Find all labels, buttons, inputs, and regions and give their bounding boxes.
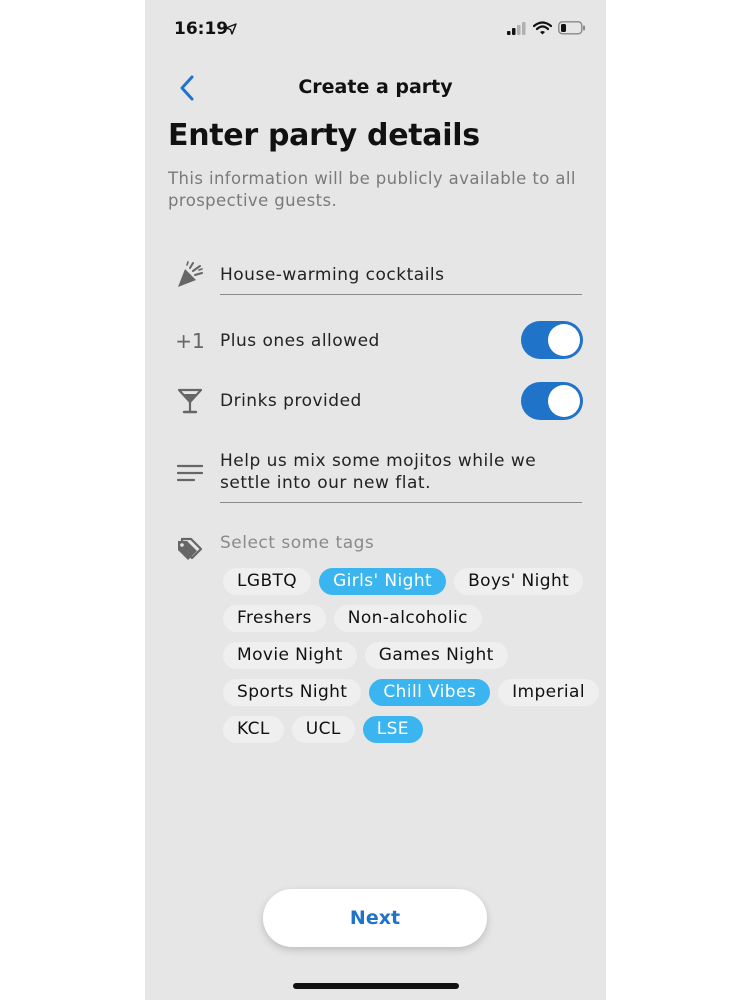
battery-icon — [558, 20, 586, 39]
plus-one-icon-text: +1 — [175, 329, 205, 353]
page-title: Enter party details — [168, 118, 480, 153]
toggle-knob — [548, 324, 580, 356]
tag-girls-night[interactable]: Girls' Night — [319, 568, 447, 595]
party-name-input[interactable]: House-warming cocktails — [220, 264, 570, 286]
tag-games-night[interactable]: Games Night — [364, 642, 508, 669]
plus-one-icon: +1 — [175, 326, 205, 356]
description-underline — [220, 502, 582, 503]
nav-title: Create a party — [298, 76, 453, 98]
cocktail-glass-icon — [175, 386, 205, 416]
page-subtitle: This information will be publicly availa… — [168, 169, 576, 210]
description-input[interactable]: Help us mix some mojitos while we settle… — [220, 450, 570, 494]
tag-lse[interactable]: LSE — [362, 716, 423, 743]
next-button[interactable]: Next — [263, 889, 487, 947]
plus-ones-toggle[interactable] — [521, 321, 583, 359]
toggle-knob — [548, 385, 580, 417]
status-bar: 16:19 — [145, 0, 606, 50]
tag-chill-vibes[interactable]: Chill Vibes — [369, 679, 491, 706]
home-indicator — [293, 983, 459, 989]
tag-lgbtq[interactable]: LGBTQ — [223, 568, 312, 595]
tag-kcl[interactable]: KCL — [223, 716, 284, 743]
status-time: 16:19 — [174, 19, 229, 39]
text-lines-icon — [175, 458, 205, 488]
phone-screen: 16:19 Create a party Enter party details… — [145, 0, 606, 1000]
drinks-label: Drinks provided — [220, 391, 362, 411]
plus-ones-label: Plus ones allowed — [220, 331, 380, 351]
tag-freshers[interactable]: Freshers — [223, 605, 326, 632]
tag-imperial[interactable]: Imperial — [498, 679, 599, 706]
tags-icon — [175, 534, 205, 564]
tag-non-alcoholic[interactable]: Non-alcoholic — [333, 605, 482, 632]
wifi-icon — [532, 20, 553, 39]
tag-ucl[interactable]: UCL — [291, 716, 355, 743]
drinks-toggle[interactable] — [521, 382, 583, 420]
tags-label: Select some tags — [220, 533, 375, 553]
tag-sports-night[interactable]: Sports Night — [223, 679, 362, 706]
status-icons — [507, 20, 586, 39]
tag-list: LGBTQ Girls' Night Boys' Night Freshers … — [223, 568, 606, 743]
location-arrow-icon — [225, 20, 237, 39]
party-popper-icon — [175, 260, 205, 290]
cellular-signal-icon — [507, 20, 527, 39]
party-name-underline — [220, 294, 582, 295]
tag-boys-night[interactable]: Boys' Night — [454, 568, 584, 595]
tag-movie-night[interactable]: Movie Night — [223, 642, 357, 669]
